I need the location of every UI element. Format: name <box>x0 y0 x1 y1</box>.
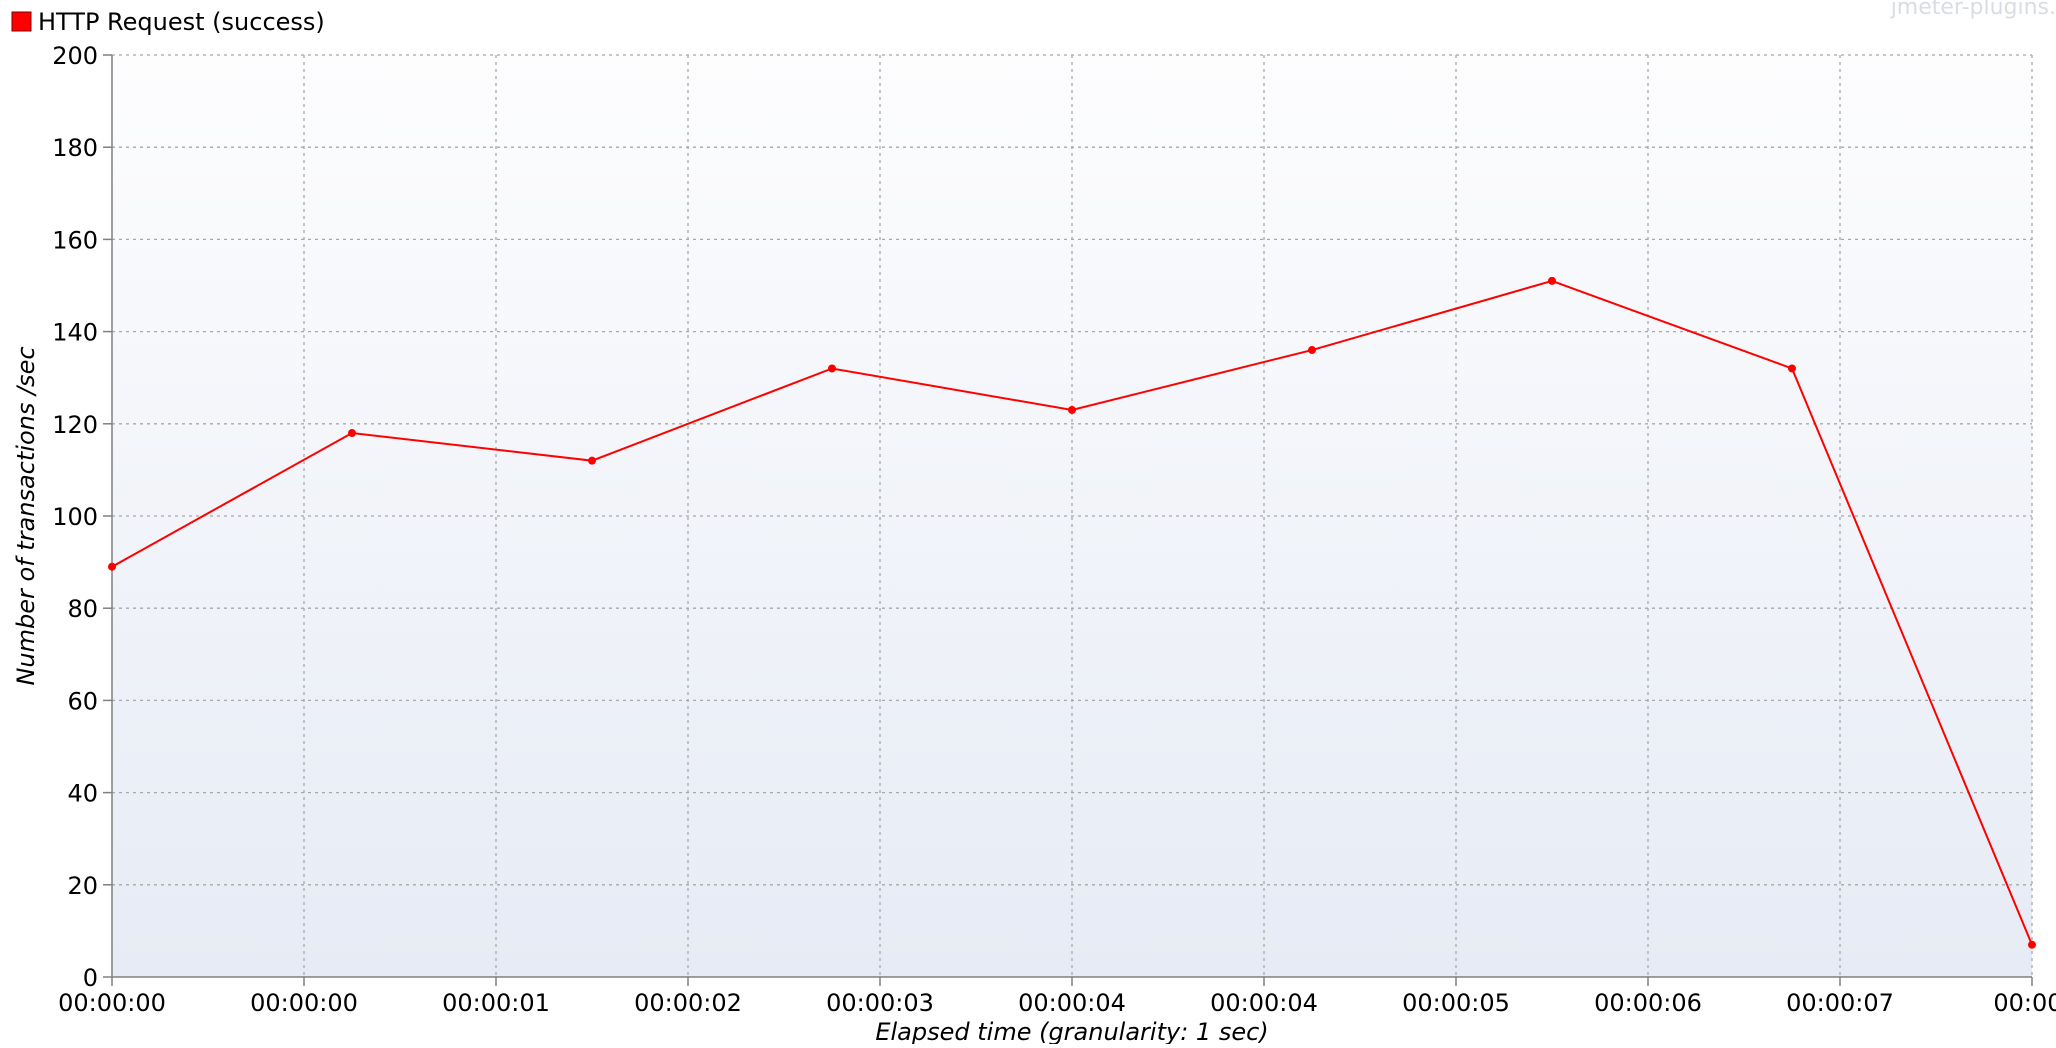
y-tick-label: 180 <box>52 134 98 162</box>
y-tick-label: 200 <box>52 42 98 70</box>
y-tick-label: 160 <box>52 226 98 254</box>
y-tick-label: 80 <box>67 595 98 623</box>
transactions-chart: 0 20 40 60 80 100 120 140 160 180 200 00:00:00 00:00… <box>11 0 2056 1046</box>
data-point <box>1548 276 1556 285</box>
data-point <box>1308 346 1316 355</box>
x-tick-label: 00:00:05 <box>1402 989 1510 1017</box>
data-point <box>588 456 596 465</box>
y-tick-label: 140 <box>52 319 98 347</box>
data-point <box>828 364 836 373</box>
x-tick-label: 00:00: <box>1993 989 2056 1017</box>
y-axis-title: Number of transactions /sec <box>12 346 40 685</box>
legend[interactable]: HTTP Request (success) <box>11 8 325 36</box>
y-tick-label: 20 <box>67 872 98 900</box>
x-tick-label: 00:00:04 <box>1018 989 1126 1017</box>
y-tick-label: 60 <box>67 687 98 715</box>
data-point <box>348 429 356 438</box>
watermark-text: jmeter-plugins. <box>1890 0 2056 20</box>
data-point <box>2028 940 2036 949</box>
y-tick-label: 40 <box>67 780 98 808</box>
x-tick-label: 00:00:04 <box>1210 989 1318 1017</box>
legend-label: HTTP Request (success) <box>38 8 325 36</box>
y-tick-label: 100 <box>52 503 98 531</box>
x-tick-label: 00:00:07 <box>1786 989 1894 1017</box>
legend-swatch <box>11 11 32 32</box>
x-tick-label: 00:00:06 <box>1594 989 1702 1017</box>
x-tick-label: 00:00:00 <box>250 989 358 1017</box>
x-tick-label: 00:00:03 <box>826 989 934 1017</box>
data-point <box>1788 364 1796 373</box>
x-tick-label: 00:00:02 <box>634 989 742 1017</box>
data-point <box>108 562 116 571</box>
x-tick-label: 00:00:01 <box>442 989 550 1017</box>
y-tick-label: 0 <box>83 964 98 992</box>
data-point <box>1068 405 1076 414</box>
chart-root: 0 20 40 60 80 100 120 140 160 180 200 00:00:00 00:00… <box>0 0 2056 1046</box>
x-axis-title: Elapsed time (granularity: 1 sec) <box>875 1018 1268 1044</box>
y-tick-label: 120 <box>52 411 98 439</box>
x-tick-label: 00:00:00 <box>58 989 166 1017</box>
